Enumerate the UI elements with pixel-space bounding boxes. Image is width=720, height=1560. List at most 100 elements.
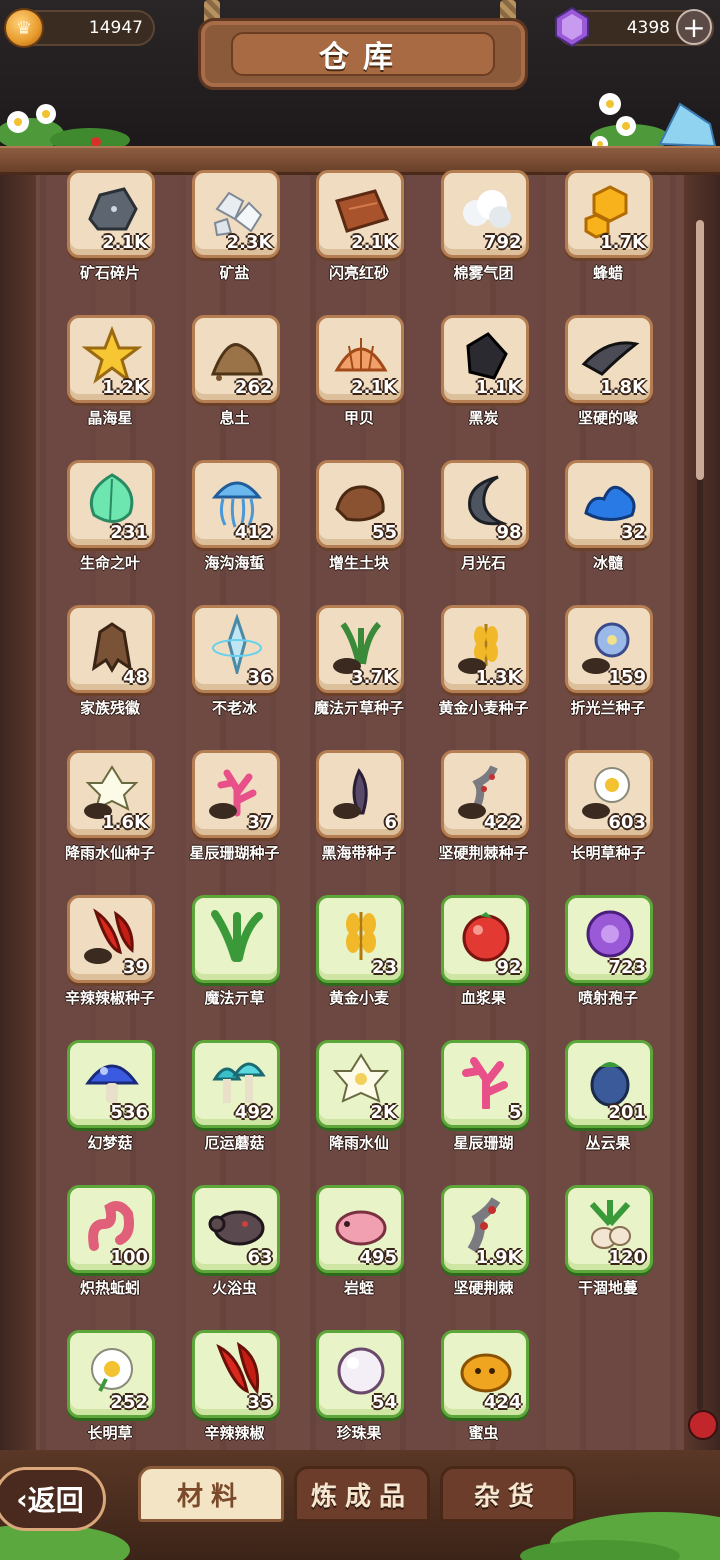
item-slot[interactable]: 3.7K — [316, 605, 404, 693]
inventory-item[interactable]: 2.1K 闪亮红砂 — [297, 170, 421, 310]
item-slot[interactable]: 35 — [191, 1330, 280, 1418]
item-slot[interactable]: 412 — [191, 460, 280, 548]
tab-label: 杂货 — [473, 1481, 542, 1512]
inventory-item[interactable]: 1.3K 黄金小麦种子 — [422, 605, 546, 745]
item-slot[interactable]: 492 — [191, 1040, 280, 1128]
item-slot[interactable]: 32 — [565, 460, 653, 548]
inventory-item[interactable]: 2.1K 矿石碎片 — [48, 170, 172, 310]
inventory-item[interactable]: 723 喷射孢子 — [546, 895, 670, 1035]
item-slot[interactable]: 36 — [191, 605, 280, 693]
item-slot[interactable]: 92 — [440, 895, 529, 983]
item-slot[interactable]: 1.2K — [67, 315, 155, 403]
inventory-item[interactable]: 98 月光石 — [422, 460, 546, 600]
item-slot[interactable]: 792 — [440, 170, 529, 258]
item-slot[interactable]: 422 — [440, 750, 529, 838]
inventory-item[interactable]: 63 火浴虫 — [173, 1185, 297, 1325]
item-slot[interactable]: 2.3K — [191, 170, 280, 258]
inventory-item[interactable]: 54 珍珠果 — [297, 1330, 421, 1460]
inventory-item[interactable]: 3.7K 魔法亓草种子 — [297, 605, 421, 745]
back-button[interactable]: ‹ 返回 — [0, 1467, 106, 1531]
item-slot[interactable]: 100 — [67, 1185, 155, 1273]
item-slot[interactable]: 723 — [565, 895, 653, 983]
inventory-item[interactable]: 159 折光兰种子 — [546, 605, 670, 745]
item-slot[interactable]: 98 — [440, 460, 529, 548]
item-name: 棉雾气团 — [453, 264, 514, 282]
inventory-item[interactable]: 262 息土 — [173, 315, 297, 455]
item-slot[interactable]: 54 — [316, 1330, 404, 1418]
inventory-item[interactable]: 1.2K 晶海星 — [48, 315, 172, 455]
item-slot[interactable]: 2K — [316, 1040, 404, 1128]
inventory-item[interactable]: 603 长明草种子 — [546, 750, 670, 890]
inventory-item[interactable]: 100 炽热蚯蚓 — [48, 1185, 172, 1325]
inventory-item[interactable]: 492 厄运蘑菇 — [173, 1040, 297, 1180]
inventory-item[interactable]: 6 黑海带种子 — [297, 750, 421, 890]
inventory-item[interactable]: 2.3K 矿盐 — [173, 170, 297, 310]
item-slot[interactable]: 1.8K — [565, 315, 653, 403]
inventory-item[interactable]: 1.1K 黑炭 — [422, 315, 546, 455]
inventory-item[interactable]: 1.6K 降雨水仙种子 — [48, 750, 172, 890]
item-name: 蜂蜡 — [592, 264, 623, 282]
add-gems-button[interactable]: + — [676, 9, 712, 45]
tab-alchemy-products[interactable]: 炼成品 — [294, 1466, 430, 1522]
item-slot[interactable]: 55 — [316, 460, 404, 548]
inventory-item[interactable]: 231 生命之叶 — [48, 460, 172, 600]
inventory-item[interactable]: 55 增生土块 — [297, 460, 421, 600]
item-slot[interactable]: 262 — [191, 315, 280, 403]
inventory-item[interactable]: 252 长明草 — [48, 1330, 172, 1460]
scrollbar-thumb[interactable] — [696, 220, 704, 480]
item-slot[interactable] — [191, 895, 280, 983]
tab-misc-goods[interactable]: 杂货 — [440, 1466, 576, 1522]
inventory-item[interactable]: 92 血浆果 — [422, 895, 546, 1035]
inventory-item[interactable]: 39 辛辣辣椒种子 — [48, 895, 172, 1035]
item-slot[interactable]: 39 — [67, 895, 155, 983]
item-slot[interactable]: 536 — [67, 1040, 155, 1128]
item-slot[interactable]: 159 — [565, 605, 653, 693]
item-slot[interactable]: 1.6K — [67, 750, 155, 838]
item-slot[interactable]: 48 — [67, 605, 155, 693]
item-slot[interactable]: 1.7K — [565, 170, 653, 258]
inventory-item[interactable]: 48 家族残徽 — [48, 605, 172, 745]
item-slot[interactable]: 2.1K — [316, 315, 404, 403]
inventory-item[interactable]: 1.8K 坚硬的喙 — [546, 315, 670, 455]
inventory-item[interactable]: 35 辛辣辣椒 — [173, 1330, 297, 1460]
inventory-item[interactable]: 424 蜜虫 — [422, 1330, 546, 1460]
item-count: 2.1K — [351, 232, 397, 253]
item-slot[interactable]: 37 — [191, 750, 280, 838]
item-slot[interactable]: 23 — [316, 895, 404, 983]
inventory-item[interactable]: 536 幻梦菇 — [48, 1040, 172, 1180]
inventory-item[interactable]: 2.1K 甲贝 — [297, 315, 421, 455]
item-slot[interactable]: 495 — [316, 1185, 404, 1273]
item-slot[interactable]: 1.3K — [440, 605, 529, 693]
inventory-item[interactable]: 792 棉雾气团 — [422, 170, 546, 310]
item-name: 魔法亓草 — [204, 989, 265, 1007]
item-count: 201 — [608, 1102, 646, 1123]
inventory-item[interactable]: 1.7K 蜂蜡 — [546, 170, 670, 310]
inventory-item[interactable]: 422 坚硬荆棘种子 — [422, 750, 546, 890]
item-slot[interactable]: 5 — [440, 1040, 529, 1128]
inventory-item[interactable]: 1.9K 坚硬荆棘 — [422, 1185, 546, 1325]
item-slot[interactable]: 1.9K — [440, 1185, 529, 1273]
inventory-item[interactable]: 23 黄金小麦 — [297, 895, 421, 1035]
inventory-item[interactable]: 36 不老冰 — [173, 605, 297, 745]
item-slot[interactable]: 63 — [191, 1185, 280, 1273]
inventory-item[interactable]: 495 岩蛭 — [297, 1185, 421, 1325]
item-slot[interactable]: 231 — [67, 460, 155, 548]
item-slot[interactable]: 6 — [316, 750, 404, 838]
item-slot[interactable]: 2.1K — [67, 170, 155, 258]
inventory-item[interactable]: 魔法亓草 — [173, 895, 297, 1035]
inventory-item[interactable]: 32 冰髓 — [546, 460, 670, 600]
item-slot[interactable]: 120 — [565, 1185, 653, 1273]
inventory-item[interactable]: 201 丛云果 — [546, 1040, 670, 1180]
inventory-item[interactable]: 120 干涸地蔓 — [546, 1185, 670, 1325]
inventory-item[interactable]: 2K 降雨水仙 — [297, 1040, 421, 1180]
item-slot[interactable]: 201 — [565, 1040, 653, 1128]
item-slot[interactable]: 252 — [67, 1330, 155, 1418]
inventory-item[interactable]: 412 海沟海蜇 — [173, 460, 297, 600]
item-slot[interactable]: 603 — [565, 750, 653, 838]
inventory-item[interactable]: 5 星辰珊瑚 — [422, 1040, 546, 1180]
item-slot[interactable]: 2.1K — [316, 170, 404, 258]
item-slot[interactable]: 1.1K — [440, 315, 529, 403]
item-slot[interactable]: 424 — [440, 1330, 529, 1418]
tab-materials[interactable]: 材料 — [138, 1466, 284, 1522]
inventory-item[interactable]: 37 星辰珊瑚种子 — [173, 750, 297, 890]
